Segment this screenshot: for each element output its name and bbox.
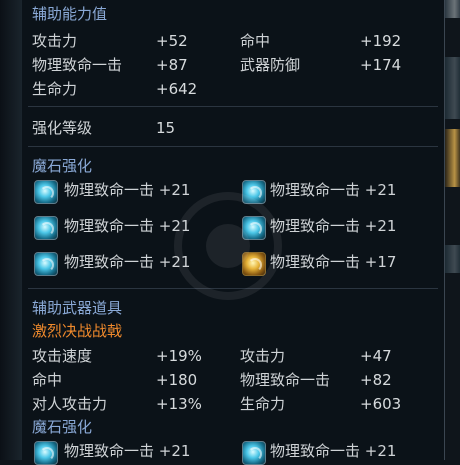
aux-weapon-title: 辅助武器道具 <box>32 299 123 317</box>
stat-label: 攻击力 <box>240 347 286 365</box>
blue-manastone-icon[interactable] <box>34 216 58 240</box>
stat-label: 攻击力 <box>32 32 78 50</box>
stat-value: +87 <box>156 56 188 74</box>
equipment-slot-gold[interactable] <box>445 129 460 187</box>
blue-manastone-icon[interactable] <box>34 252 58 276</box>
manastone-slot-label: 物理致命一击 +21 <box>270 181 397 199</box>
stat-label: 生命力 <box>240 395 286 413</box>
stat-value: +82 <box>360 371 392 389</box>
aux-weapon-section: 辅助武器道具 激烈决战战戟 攻击速度 +19% 攻击力 +47 命中 +180 … <box>22 289 444 465</box>
enhance-level-section: 强化等级 15 <box>22 107 444 145</box>
manastone-title: 魔石强化 <box>32 157 93 175</box>
aux-manastone-title: 魔石强化 <box>32 418 93 436</box>
stat-label: 生命力 <box>32 80 78 98</box>
equipment-slot[interactable] <box>445 57 460 119</box>
right-equipment-strip <box>444 0 460 460</box>
enhance-level-value: 15 <box>156 119 176 137</box>
stat-value: +180 <box>156 371 198 389</box>
stat-label: 对人攻击力 <box>32 395 108 413</box>
stat-label: 武器防御 <box>240 56 301 74</box>
auxiliary-stats-title: 辅助能力值 <box>32 5 108 23</box>
stat-value: +13% <box>156 395 202 413</box>
watermark-logo <box>174 192 282 300</box>
stat-label: 物理致命一击 <box>32 56 123 74</box>
stat-value: +47 <box>360 347 392 365</box>
equipment-slot[interactable] <box>445 245 460 273</box>
stat-value: +642 <box>156 80 198 98</box>
blue-manastone-icon[interactable] <box>34 180 58 204</box>
blue-manastone-icon[interactable] <box>242 441 266 465</box>
manastone-slot-label: 物理致命一击 +21 <box>270 442 397 460</box>
stat-label: 命中 <box>32 371 63 389</box>
stat-value: +19% <box>156 347 202 365</box>
stat-value: +192 <box>360 32 402 50</box>
stat-value: +603 <box>360 395 402 413</box>
aux-weapon-name: 激烈决战战戟 <box>32 322 123 340</box>
enhance-level-label: 强化等级 <box>32 119 93 137</box>
auxiliary-stats-section: 辅助能力值 攻击力 +52 命中 +192 物理致命一击 +87 武器防御 +1… <box>22 0 444 104</box>
stat-label: 命中 <box>240 32 271 50</box>
manastone-slot-label: 物理致命一击 +17 <box>270 253 397 271</box>
manastone-slot-label: 物理致命一击 +21 <box>270 217 397 235</box>
manastone-slot-label: 物理致命一击 +21 <box>64 442 191 460</box>
stat-label: 物理致命一击 <box>240 371 331 389</box>
stat-value: +52 <box>156 32 188 50</box>
item-tooltip: 辅助能力值 攻击力 +52 命中 +192 物理致命一击 +87 武器防御 +1… <box>22 0 445 465</box>
left-game-scene-strip <box>0 0 22 460</box>
stat-value: +174 <box>360 56 402 74</box>
blue-manastone-icon[interactable] <box>34 441 58 465</box>
stat-label: 攻击速度 <box>32 347 93 365</box>
equipment-slot-top[interactable] <box>445 0 460 18</box>
